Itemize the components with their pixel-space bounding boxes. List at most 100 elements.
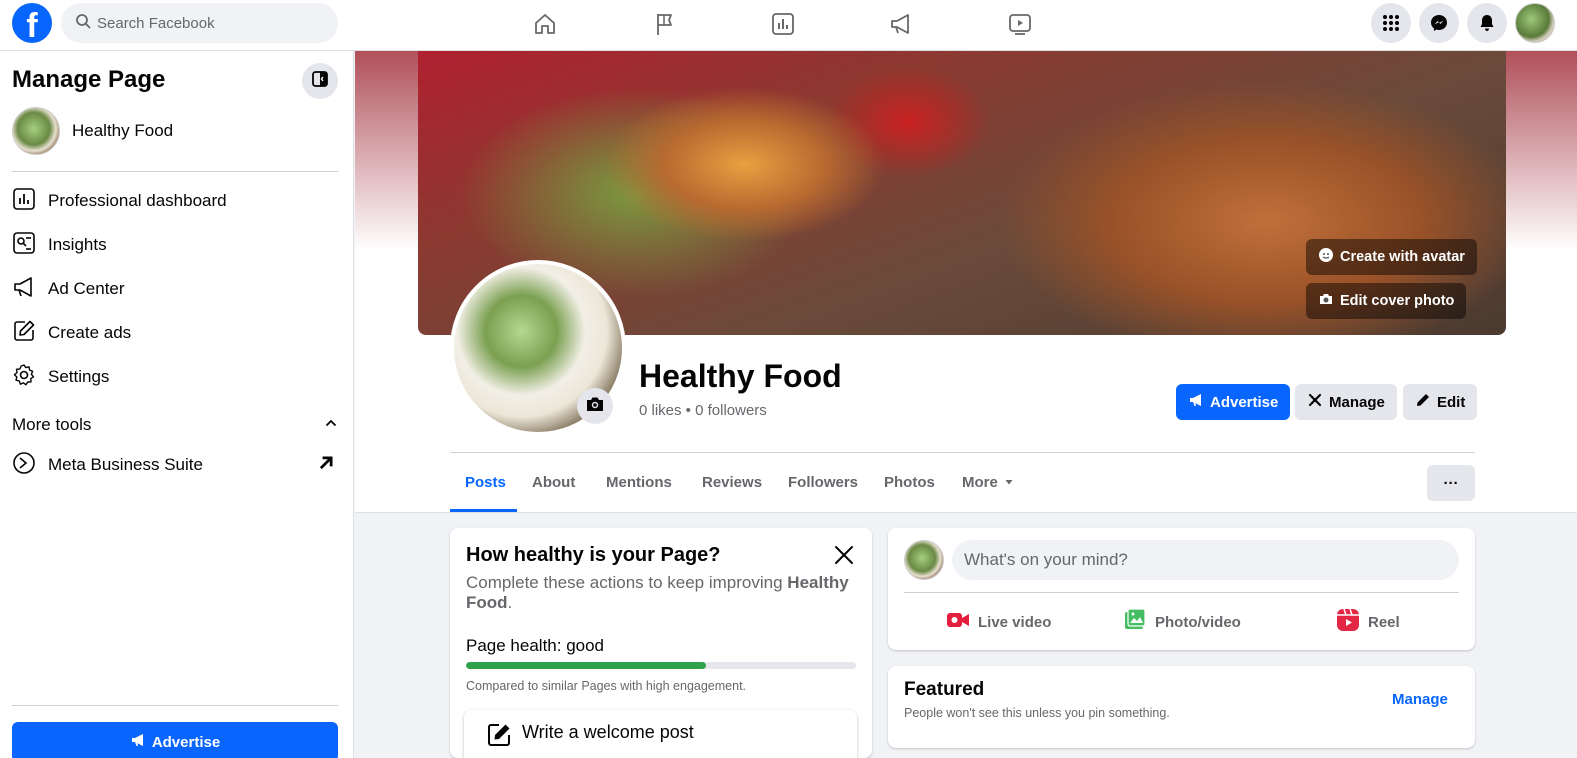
home-icon[interactable]	[529, 8, 561, 40]
whats-on-your-mind-input[interactable]	[952, 540, 1459, 580]
megaphone-icon	[1188, 392, 1210, 412]
live-video-button[interactable]: Live video	[946, 608, 1051, 636]
tab-more-label: More	[962, 474, 998, 491]
write-welcome-post-button[interactable]: Write a welcome post	[464, 710, 857, 758]
avatar-icon	[1318, 247, 1340, 267]
dashboard-icon	[12, 187, 48, 216]
manage-button[interactable]: Manage	[1295, 384, 1397, 420]
page-title: Healthy Food	[639, 358, 842, 394]
collapse-sidebar-button[interactable]	[302, 63, 338, 99]
messenger-icon[interactable]	[1419, 3, 1459, 43]
compose-icon	[486, 722, 522, 753]
tab-mentions[interactable]: Mentions	[606, 474, 672, 491]
advertise-label: Advertise	[151, 733, 221, 751]
live-video-icon	[946, 608, 978, 636]
megaphone-icon[interactable]	[885, 8, 917, 40]
tab-photos[interactable]: Photos	[884, 474, 935, 491]
sidebar-item-create-ads[interactable]: Create ads	[12, 318, 131, 348]
sidebar-item-label: Insights	[48, 235, 107, 254]
photo-icon	[1123, 608, 1155, 636]
search-input[interactable]	[97, 14, 317, 32]
megaphone-icon	[12, 275, 48, 304]
chevron-up-icon	[324, 415, 338, 435]
pencil-square-icon	[12, 319, 48, 348]
live-video-label: Live video	[978, 613, 1052, 631]
write-welcome-post-label: Write a welcome post	[522, 722, 694, 742]
edit-cover-label: Edit cover photo	[1340, 293, 1455, 309]
sidebar-item-settings[interactable]: Settings	[12, 362, 109, 392]
featured-manage-link[interactable]: Manage	[1392, 691, 1448, 708]
edit-cover-photo-button[interactable]: Edit cover photo	[1306, 283, 1467, 319]
featured-subtitle: People won't see this unless you pin som…	[904, 706, 1170, 720]
tab-followers[interactable]: Followers	[788, 474, 858, 491]
sidebar-title: Manage Page	[12, 66, 166, 93]
more-options-button[interactable]: ···	[1427, 465, 1475, 501]
reel-icon	[1336, 608, 1368, 636]
more-tools-toggle[interactable]: More tools	[12, 415, 338, 435]
edit-button[interactable]: Edit	[1403, 384, 1478, 420]
create-with-avatar-button[interactable]: Create with avatar	[1306, 239, 1477, 275]
advertise-button[interactable]: Advertise	[1176, 384, 1291, 420]
external-link-arrow-icon	[314, 451, 338, 480]
sidebar-item-ad-center[interactable]: Ad Center	[12, 274, 125, 304]
page-health-status: Page health: good	[466, 636, 605, 655]
facebook-logo[interactable]: f	[12, 3, 52, 43]
sidebar-item-label: Professional dashboard	[48, 191, 227, 210]
close-icon[interactable]	[832, 543, 856, 567]
tab-more[interactable]: More	[962, 474, 1014, 491]
reel-button[interactable]: Reel	[1336, 608, 1400, 636]
page-health-progress-bar	[466, 662, 856, 669]
page-health-title: How healthy is your Page?	[466, 544, 721, 566]
sidebar-page-link[interactable]: Healthy Food	[12, 107, 173, 155]
account-avatar[interactable]	[1515, 3, 1555, 43]
sidebar-item-professional-dashboard[interactable]: Professional dashboard	[12, 186, 227, 216]
flag-icon[interactable]	[648, 8, 680, 40]
featured-card: Featured People won't see this unless yo…	[888, 666, 1475, 748]
advertise-label: Advertise	[1210, 393, 1279, 411]
gear-icon	[12, 363, 48, 392]
menu-grid-icon[interactable]	[1371, 3, 1411, 43]
manage-page-sidebar: Manage Page Healthy Food Professional da…	[0, 51, 354, 758]
more-tools-label: More tools	[12, 415, 92, 434]
search-icon	[75, 13, 91, 34]
reel-label: Reel	[1368, 613, 1400, 631]
megaphone-icon	[130, 732, 152, 752]
sidebar-item-label: Ad Center	[48, 279, 125, 298]
tab-about[interactable]: About	[532, 474, 575, 491]
tab-posts[interactable]: Posts	[465, 474, 506, 491]
camera-icon	[585, 394, 605, 419]
pencil-icon	[1415, 392, 1437, 412]
page-stats[interactable]: 0 likes • 0 followers	[639, 402, 767, 419]
video-icon[interactable]	[1004, 8, 1036, 40]
tools-icon	[1307, 392, 1329, 412]
page-health-description: Complete these actions to keep improving…	[466, 573, 849, 612]
sidebar-item-label: Meta Business Suite	[48, 455, 203, 474]
top-navigation-bar: f	[0, 0, 1577, 51]
caret-down-icon	[1004, 474, 1014, 491]
search-box[interactable]	[61, 3, 338, 43]
sidebar-toggle-icon	[311, 70, 329, 93]
insights-icon	[12, 231, 48, 260]
sidebar-item-insights[interactable]: Insights	[12, 230, 107, 260]
sidebar-item-label: Settings	[48, 367, 110, 386]
sidebar-advertise-button[interactable]: Advertise	[12, 722, 338, 758]
sidebar-item-label: Create ads	[48, 323, 132, 342]
page-health-progress-fill	[466, 662, 706, 669]
notifications-bell-icon[interactable]	[1467, 3, 1507, 43]
sidebar-item-meta-business-suite[interactable]: Meta Business Suite	[12, 450, 338, 480]
chart-icon[interactable]	[767, 8, 799, 40]
divider	[450, 452, 1475, 453]
create-with-avatar-label: Create with avatar	[1340, 249, 1465, 265]
page-avatar	[12, 107, 60, 155]
active-tab-indicator	[450, 509, 517, 512]
tab-reviews[interactable]: Reviews	[702, 474, 762, 491]
manage-label: Manage	[1329, 393, 1385, 411]
post-composer-card: Live video Photo/video Reel	[888, 528, 1475, 650]
camera-icon	[1318, 291, 1340, 311]
featured-title: Featured	[904, 679, 985, 700]
avatar[interactable]	[904, 540, 944, 580]
photo-video-label: Photo/video	[1155, 613, 1241, 631]
update-profile-picture-button[interactable]	[577, 388, 613, 424]
page-health-note: Compared to similar Pages with high enga…	[466, 679, 747, 693]
photo-video-button[interactable]: Photo/video	[1123, 608, 1241, 636]
